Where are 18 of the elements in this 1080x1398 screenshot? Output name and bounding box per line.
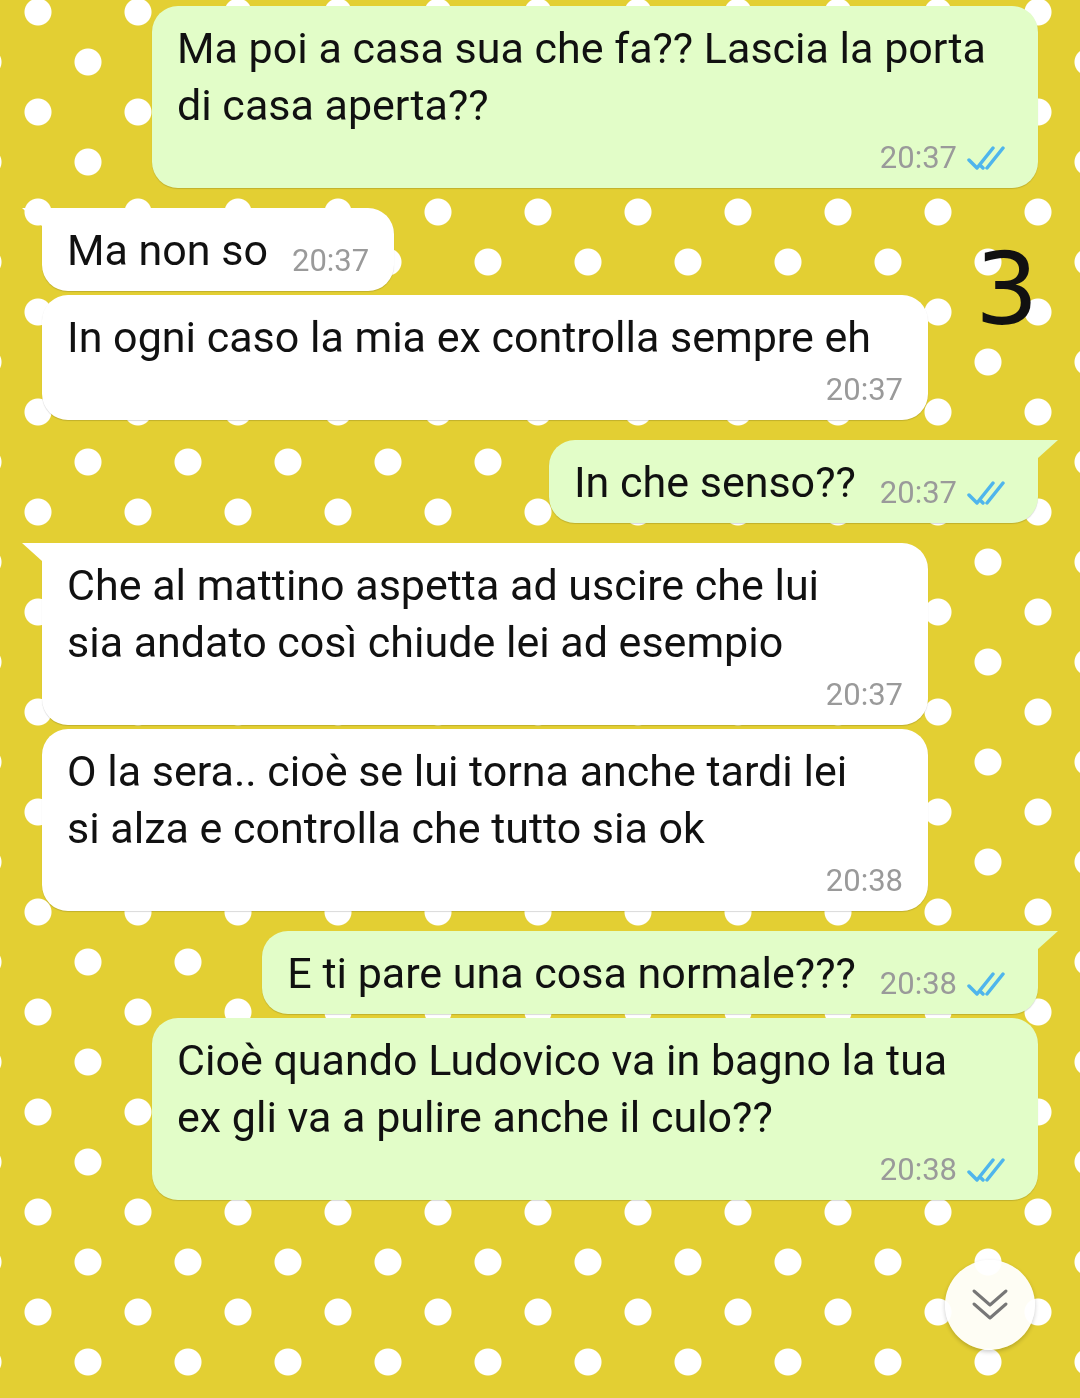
message-text: Cioè quando Ludovico va in bagno la tua ex gli va a pulire anche il culo?? bbox=[177, 1034, 949, 1144]
message-time: 20:38 bbox=[879, 966, 957, 1002]
message-text: Che al mattino aspetta ad uscire che lui sia andato così chiude lei ad esempio bbox=[67, 559, 821, 669]
message-time: 20:37 bbox=[879, 140, 957, 176]
message-time: 20:37 bbox=[879, 475, 957, 511]
scroll-down-button[interactable] bbox=[945, 1260, 1035, 1350]
annotation-number: 3 bbox=[975, 240, 1039, 340]
message-time: 20:37 bbox=[292, 243, 370, 279]
message-time: 20:38 bbox=[879, 1152, 957, 1188]
message-text: E ti pare una cosa normale??? bbox=[287, 947, 856, 1000]
message-text: In ogni caso la mia ex controlla sempre eh bbox=[67, 311, 871, 364]
message-time: 20:37 bbox=[825, 372, 903, 408]
message-time: 20:37 bbox=[825, 677, 903, 713]
message-text: O la sera.. cioè se lui torna anche tardi lei si alza e controlla che tutto sia ok bbox=[67, 745, 849, 855]
message-text: Ma poi a casa sua che fa?? Lascia la porta di casa aperta?? bbox=[177, 22, 987, 132]
message-text: In che senso?? bbox=[573, 456, 856, 509]
message-time: 20:38 bbox=[825, 863, 903, 899]
message-text: Ma non so bbox=[67, 224, 268, 277]
